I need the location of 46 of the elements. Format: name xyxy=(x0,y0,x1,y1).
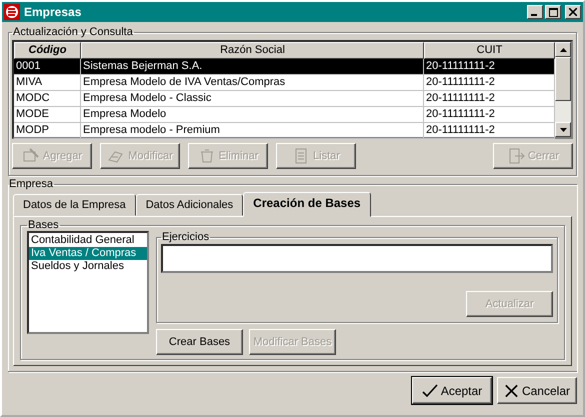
table-cell: MODP xyxy=(14,123,81,139)
window-title: Empresas xyxy=(24,5,82,19)
ejercicios-field[interactable] xyxy=(161,244,553,273)
table-row[interactable]: MODP Empresa modelo - Premium 20-11111111-2 xyxy=(14,123,555,139)
table-cell: 0001 xyxy=(14,59,81,75)
column-header[interactable]: CUIT xyxy=(424,42,555,59)
table-cell: MIVA xyxy=(14,75,81,91)
list-item[interactable]: Sueldos y Jornales xyxy=(29,260,147,273)
scroll-down-icon xyxy=(560,128,566,132)
list-item[interactable]: Iva Ventas / Compras xyxy=(29,247,147,260)
column-header[interactable]: Código xyxy=(14,42,81,59)
group-title: Actualización y Consulta xyxy=(12,26,134,38)
maximize-button[interactable] xyxy=(545,5,561,19)
group-title: Empresa xyxy=(8,178,54,190)
vertical-scrollbar[interactable] xyxy=(555,42,571,137)
table-cell: MODE xyxy=(14,107,81,123)
scroll-up-icon xyxy=(560,48,566,52)
table-cell: Empresa Modelo xyxy=(81,107,424,123)
checkmark-icon xyxy=(422,384,438,398)
tab[interactable]: Datos de la Empresa xyxy=(13,194,136,216)
group-title: Ejercicios xyxy=(161,231,210,243)
table-cell: 20-11111111-2 xyxy=(424,123,555,139)
tab[interactable]: Datos Adicionales xyxy=(136,194,244,216)
close-icon xyxy=(569,8,577,16)
table-cell: Empresa modelo - Premium xyxy=(81,123,424,139)
table-row[interactable]: MIVA Empresa Modelo de IVA Ventas/Compras 20-11111111-2 xyxy=(14,75,555,91)
cancel-x-icon xyxy=(504,384,519,398)
table-row[interactable]: MODE Empresa Modelo 20-11111111-2 xyxy=(14,107,555,123)
close-button[interactable] xyxy=(565,5,581,19)
app-logo-icon xyxy=(4,4,20,20)
minimize-button[interactable] xyxy=(527,5,543,19)
accept-button[interactable]: Aceptar xyxy=(412,377,492,404)
table-cell: Empresa Modelo - Classic xyxy=(81,91,424,107)
group-title: Bases xyxy=(27,219,60,231)
list-item[interactable]: Contabilidad General xyxy=(29,234,147,247)
table-cell: MODC xyxy=(14,91,81,107)
tab[interactable]: Creación de Bases xyxy=(243,192,371,217)
table-row[interactable]: 0001 Sistemas Bejerman S.A. 20-11111111-2 xyxy=(14,59,555,75)
table-cell: Sistemas Bejerman S.A. xyxy=(81,59,424,75)
table-cell: Empresa Modelo de IVA Ventas/Compras xyxy=(81,75,424,91)
column-header[interactable]: Razón Social xyxy=(81,42,424,59)
exit-door-icon xyxy=(506,148,525,164)
table-row[interactable]: MODC Empresa Modelo - Classic 20-11111111-2 xyxy=(14,91,555,107)
cancel-button[interactable]: Cancelar xyxy=(497,377,577,404)
create-button[interactable]: Crear Bases xyxy=(156,329,243,355)
maximize-icon xyxy=(548,8,558,16)
